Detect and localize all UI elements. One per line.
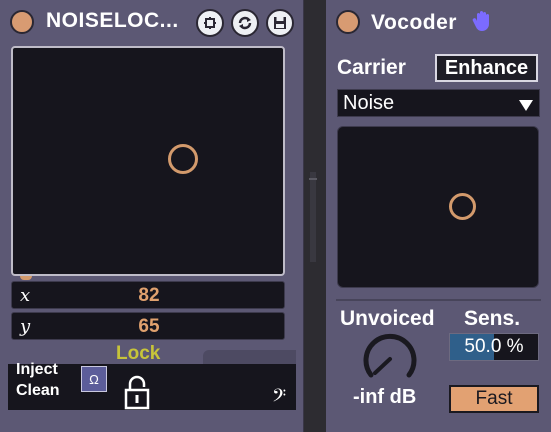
power-icon[interactable] [336, 10, 360, 34]
enhance-button[interactable]: Enhance [435, 54, 538, 82]
panel-divider [203, 350, 296, 364]
power-icon[interactable] [10, 10, 34, 34]
carrier-value: Noise [343, 92, 395, 114]
xy-pad[interactable] [11, 46, 285, 276]
y-value: 65 [138, 316, 160, 337]
section-divider [336, 299, 541, 301]
formant-pad-handle[interactable] [449, 193, 476, 220]
sens-value: 50.0 % [450, 336, 538, 358]
save-icon[interactable] [266, 9, 294, 37]
lock-label: Lock [116, 343, 161, 364]
sens-slider[interactable]: 50.0 % [449, 333, 539, 361]
lower-panel: Inject Clean Ω 𝄢 [8, 361, 296, 411]
drag-handle-mark [309, 178, 317, 180]
unvoiced-label: Unvoiced [340, 307, 435, 330]
noiselock-device: NOISELOC... x 82 y 65 Lock Inject Clean … [0, 0, 304, 432]
vocoder-device: Vocoder Carrier Enhance Noise Unvoiced -… [326, 0, 551, 432]
sens-unit: % [506, 336, 524, 357]
xy-pad-handle[interactable] [168, 144, 198, 174]
hand-icon[interactable] [472, 9, 494, 38]
clean-label: Clean [16, 382, 60, 399]
x-number-box[interactable]: x 82 [11, 281, 285, 309]
refresh-icon[interactable] [231, 9, 259, 37]
fast-button[interactable]: Fast [449, 385, 539, 413]
device-separator [304, 0, 326, 432]
sens-label: Sens. [464, 307, 521, 330]
formant-xy-pad[interactable] [337, 126, 539, 288]
carrier-dropdown[interactable]: Noise [337, 89, 540, 117]
x-value: 82 [138, 285, 160, 306]
unvoiced-value: -inf dB [353, 386, 417, 408]
sens-number: 50.0 [464, 336, 502, 357]
bass-clef-icon: 𝄢 [272, 386, 287, 411]
y-number-box[interactable]: y 65 [11, 312, 285, 340]
carrier-label: Carrier [337, 56, 406, 79]
inject-label: Inject [16, 361, 58, 378]
dropdown-arrow-icon [519, 98, 533, 116]
device-title: NOISELOC... [46, 9, 179, 32]
inject-clean-toggle[interactable]: Ω [81, 366, 107, 392]
freeze-icon[interactable] [196, 9, 224, 37]
drag-handle[interactable] [310, 172, 316, 262]
unvoiced-knob[interactable] [359, 329, 421, 390]
pad-edge-marker [20, 276, 32, 280]
device-title: Vocoder [371, 11, 457, 34]
padlock-icon[interactable] [124, 374, 150, 415]
